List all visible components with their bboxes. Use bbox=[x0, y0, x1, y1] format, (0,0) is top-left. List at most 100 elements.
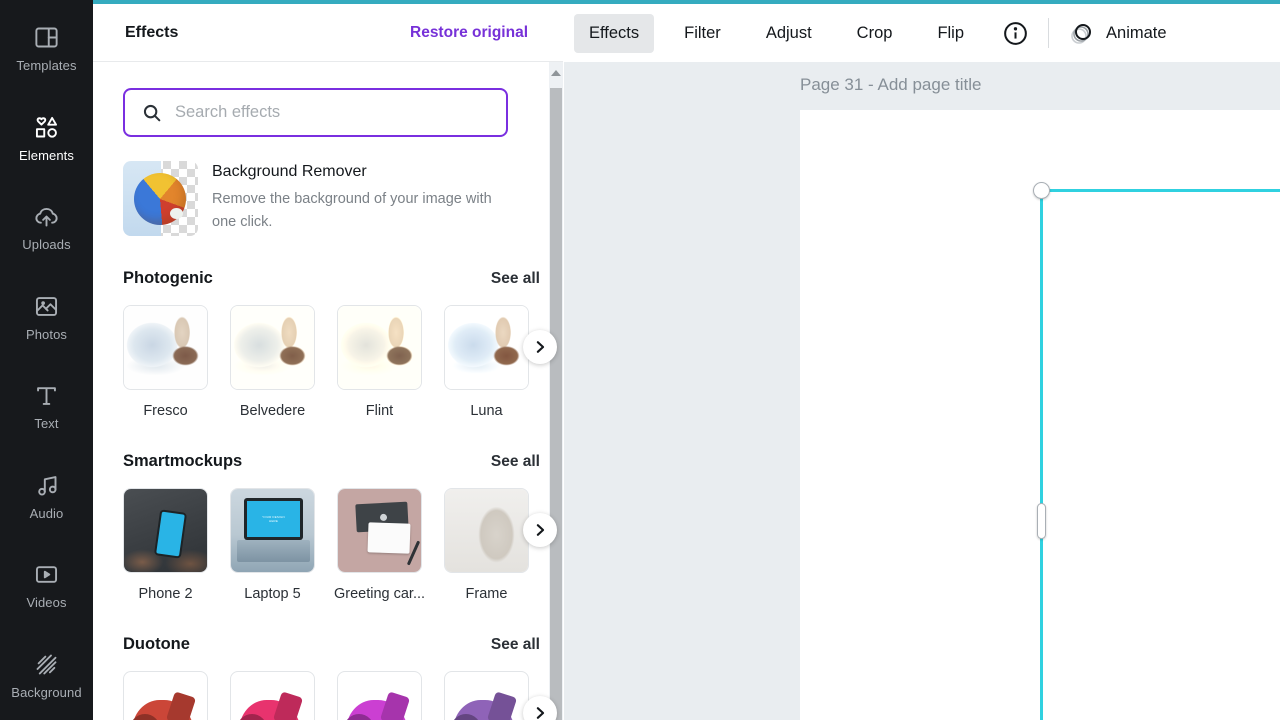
chevron-right-icon bbox=[536, 524, 545, 536]
thumb-label: Greeting car... bbox=[333, 586, 426, 602]
duotone-thumb-3[interactable] bbox=[337, 671, 422, 720]
animate-button[interactable]: Animate bbox=[1067, 19, 1167, 47]
sidebar: Templates Elements Uploads Photos Text A… bbox=[0, 0, 93, 720]
tab-crop[interactable]: Crop bbox=[842, 14, 908, 53]
effect-thumb-flint[interactable]: Flint bbox=[337, 305, 422, 419]
duotone-thumb-4[interactable] bbox=[444, 671, 529, 720]
effects-panel-body: Background Remover Remove the background… bbox=[93, 62, 563, 720]
thumb-label: Flint bbox=[365, 403, 394, 419]
chevron-right-icon bbox=[536, 707, 545, 719]
sidebar-item-label: Audio bbox=[29, 505, 64, 521]
chevron-right-icon bbox=[536, 341, 545, 353]
sidebar-item-label: Text bbox=[34, 416, 59, 432]
audio-icon bbox=[38, 475, 57, 496]
effect-thumb-fresco[interactable]: Fresco bbox=[123, 305, 208, 419]
effect-preview-image bbox=[338, 306, 421, 389]
section-header-duotone: Duotone See all bbox=[123, 635, 540, 654]
panel-scrollbar bbox=[549, 62, 563, 720]
see-all-link[interactable]: See all bbox=[491, 270, 540, 288]
photos-icon bbox=[35, 296, 58, 316]
mockup-thumb-greeting-card[interactable]: Greeting car... bbox=[333, 488, 426, 602]
templates-icon bbox=[35, 27, 58, 48]
selection-border-top bbox=[1040, 189, 1280, 192]
duotone-preview-image bbox=[451, 691, 518, 720]
videos-icon bbox=[35, 566, 58, 584]
sidebar-item-audio[interactable]: Audio bbox=[0, 452, 93, 542]
background-remover-thumbnail bbox=[123, 161, 198, 236]
sidebar-item-label: Background bbox=[11, 684, 82, 700]
tab-flip[interactable]: Flip bbox=[922, 14, 979, 53]
sidebar-item-uploads[interactable]: Uploads bbox=[0, 183, 93, 273]
search-box bbox=[123, 88, 508, 137]
toolbar-divider bbox=[1048, 18, 1050, 48]
background-remover-description: Remove the background of your image with… bbox=[212, 191, 492, 231]
thumb-label: Luna bbox=[470, 403, 503, 419]
app-window: Templates Elements Uploads Photos Text A… bbox=[0, 0, 1280, 720]
effects-panel-header: Effects Restore original bbox=[93, 4, 563, 62]
effect-preview-image bbox=[445, 306, 528, 389]
sidebar-item-templates[interactable]: Templates bbox=[0, 4, 93, 94]
mockup-preview-image bbox=[445, 489, 528, 572]
section-header-smartmockups: Smartmockups See all bbox=[123, 452, 540, 471]
sidebar-item-label: Templates bbox=[16, 58, 77, 74]
sidebar-item-videos[interactable]: Videos bbox=[0, 541, 93, 631]
photogenic-next-button[interactable] bbox=[523, 330, 557, 364]
selection-border-left bbox=[1040, 189, 1043, 720]
mockup-preview-image: YOUR DESIGN HERE bbox=[231, 489, 314, 572]
effect-thumb-belvedere[interactable]: Belvedere bbox=[230, 305, 315, 419]
uploads-icon bbox=[35, 208, 58, 227]
scrollbar-thumb[interactable] bbox=[550, 88, 562, 720]
smartmockups-row: Phone 2 YOUR DESIGN HERE Laptop 5 Greeti… bbox=[123, 488, 563, 602]
info-button[interactable] bbox=[998, 16, 1032, 50]
sidebar-item-label: Videos bbox=[26, 595, 67, 611]
see-all-link[interactable]: See all bbox=[491, 453, 540, 471]
background-remover-item[interactable]: Background Remover Remove the background… bbox=[123, 161, 533, 236]
sidebar-item-text[interactable]: Text bbox=[0, 362, 93, 452]
animate-icon bbox=[1071, 24, 1092, 44]
background-remover-text: Background Remover Remove the background… bbox=[212, 161, 507, 236]
section-title: Photogenic bbox=[123, 269, 213, 287]
laptop-screen-text: YOUR DESIGN HERE bbox=[262, 515, 285, 522]
mockup-thumb-phone2[interactable]: Phone 2 bbox=[123, 488, 208, 602]
see-all-link[interactable]: See all bbox=[491, 636, 540, 654]
beach-ball-graphic bbox=[134, 173, 186, 225]
selection-side-handle[interactable] bbox=[1037, 503, 1046, 539]
page-title-label[interactable]: Page 31 - Add page title bbox=[800, 75, 981, 95]
mockup-preview-image bbox=[124, 489, 207, 572]
selection-corner-handle[interactable] bbox=[1033, 182, 1050, 199]
smartmockups-next-button[interactable] bbox=[523, 513, 557, 547]
effect-preview-image bbox=[124, 306, 207, 389]
background-remover-title: Background Remover bbox=[212, 163, 367, 180]
sidebar-item-photos[interactable]: Photos bbox=[0, 273, 93, 363]
mockup-thumb-laptop5[interactable]: YOUR DESIGN HERE Laptop 5 bbox=[230, 488, 315, 602]
panel-title: Effects bbox=[125, 23, 179, 41]
duotone-thumb-1[interactable] bbox=[123, 671, 208, 720]
section-title: Smartmockups bbox=[123, 452, 243, 470]
sidebar-item-background[interactable]: Background bbox=[0, 631, 93, 720]
thumb-label: Laptop 5 bbox=[244, 586, 301, 602]
sidebar-item-label: Photos bbox=[25, 326, 68, 342]
scrollbar-up-arrow[interactable] bbox=[549, 66, 563, 80]
tab-effects[interactable]: Effects bbox=[574, 13, 655, 53]
duotone-preview-image bbox=[130, 691, 197, 720]
duotone-preview-image bbox=[344, 691, 411, 720]
tab-adjust[interactable]: Adjust bbox=[751, 14, 827, 53]
thumb-label: Belvedere bbox=[239, 403, 306, 419]
search-input[interactable] bbox=[175, 103, 492, 122]
photogenic-row: Fresco Belvedere Flint Luna bbox=[123, 305, 563, 419]
background-icon bbox=[36, 654, 57, 675]
restore-original-link[interactable]: Restore original bbox=[410, 24, 528, 42]
elements-icon bbox=[35, 116, 58, 138]
mockup-thumb-frame[interactable]: Frame bbox=[444, 488, 529, 602]
sidebar-item-label: Elements bbox=[19, 147, 74, 163]
tab-filter[interactable]: Filter bbox=[669, 14, 736, 53]
effect-thumb-luna[interactable]: Luna bbox=[444, 305, 529, 419]
canvas-area: Page 31 - Add page title bbox=[564, 62, 1280, 720]
duotone-row bbox=[123, 671, 563, 720]
sidebar-item-label: Uploads bbox=[22, 237, 71, 253]
section-title: Duotone bbox=[123, 635, 190, 653]
text-icon bbox=[37, 387, 56, 406]
sidebar-item-elements[interactable]: Elements bbox=[0, 94, 93, 184]
duotone-thumb-2[interactable] bbox=[230, 671, 315, 720]
thumb-label: Phone 2 bbox=[138, 586, 193, 602]
